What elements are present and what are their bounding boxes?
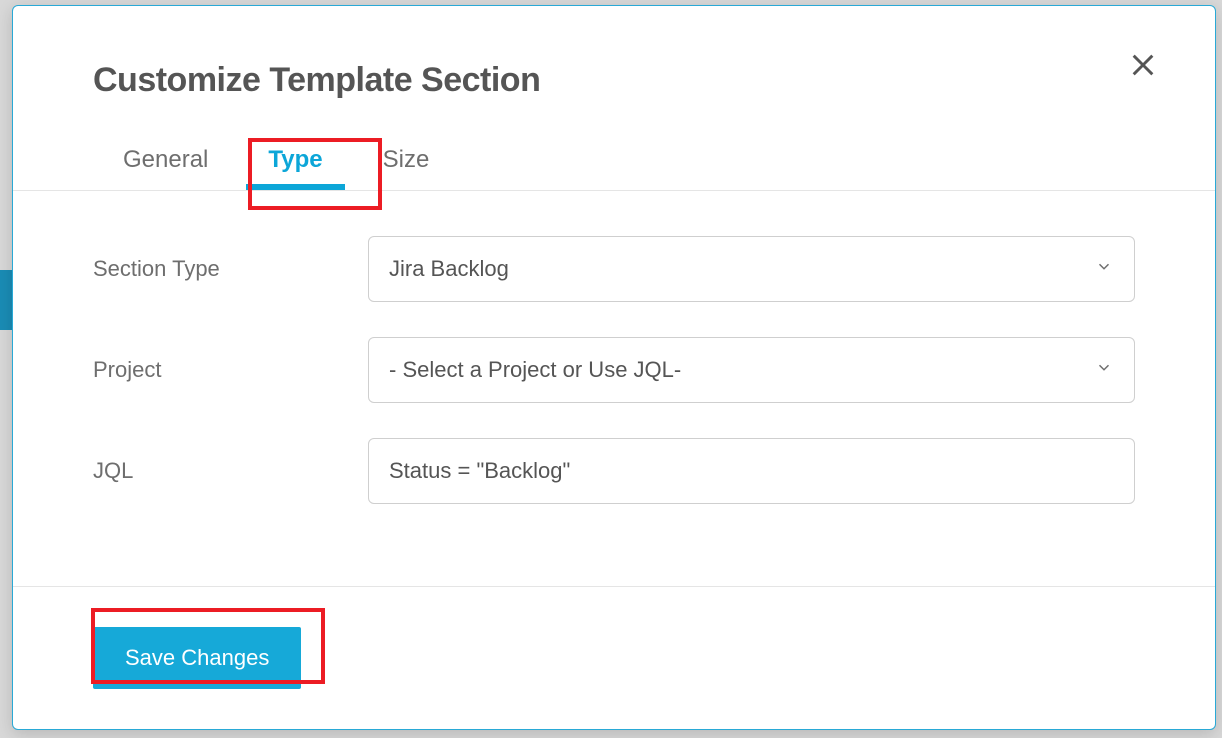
modal-header: Customize Template Section <box>13 6 1215 100</box>
section-type-value: Jira Backlog <box>389 256 509 282</box>
project-select[interactable]: - Select a Project or Use JQL- <box>368 337 1135 403</box>
section-type-select[interactable]: Jira Backlog <box>368 236 1135 302</box>
close-icon <box>1129 51 1157 82</box>
jql-label: JQL <box>93 458 368 484</box>
modal-footer: Save Changes <box>13 586 1215 729</box>
project-value: - Select a Project or Use JQL- <box>389 357 681 383</box>
row-section-type: Section Type Jira Backlog <box>93 236 1135 302</box>
project-label: Project <box>93 357 368 383</box>
close-button[interactable] <box>1123 46 1163 86</box>
form-area: Section Type Jira Backlog Project - Sele… <box>13 191 1215 586</box>
tab-general[interactable]: General <box>93 130 238 190</box>
customize-template-modal: Customize Template Section General Type … <box>12 5 1216 730</box>
tab-type[interactable]: Type <box>238 130 352 190</box>
project-select-wrap: - Select a Project or Use JQL- <box>368 337 1135 403</box>
row-jql: JQL <box>93 438 1135 504</box>
tab-size[interactable]: Size <box>353 130 460 190</box>
section-type-label: Section Type <box>93 256 368 282</box>
modal-title: Customize Template Section <box>93 61 1135 100</box>
tab-bar: General Type Size <box>13 100 1215 191</box>
jql-input[interactable] <box>368 438 1135 504</box>
section-type-select-wrap: Jira Backlog <box>368 236 1135 302</box>
row-project: Project - Select a Project or Use JQL- <box>93 337 1135 403</box>
jql-input-wrap <box>368 438 1135 504</box>
save-changes-button[interactable]: Save Changes <box>93 627 301 689</box>
